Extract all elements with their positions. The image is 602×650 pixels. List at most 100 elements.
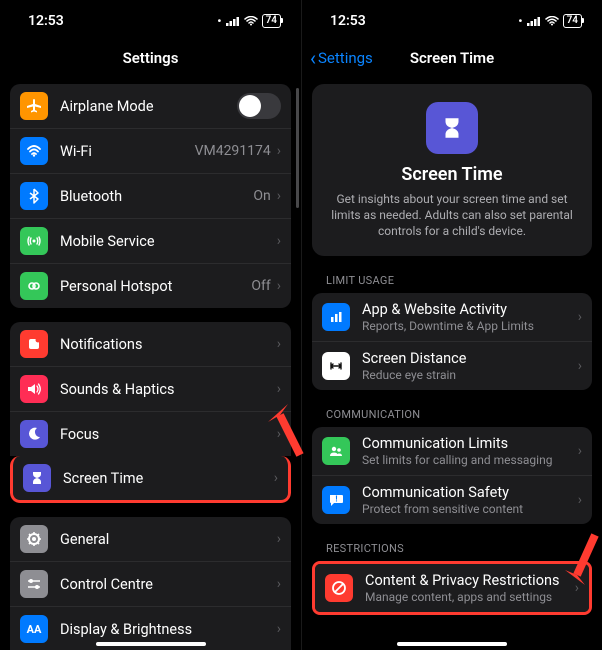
contacts-icon [322,437,350,465]
row-label: Sounds & Haptics [60,381,265,398]
bluetooth-icon [20,182,48,210]
screen-time-hero: Screen Time Get insights about your scre… [312,84,592,256]
section-communication: COMMUNICATION [326,408,588,421]
chevron-right-icon: › [575,580,579,596]
row-communication-limits[interactable]: Communication LimitsSet limits for calli… [312,427,592,475]
settings-pane: 12:53 • 74 Settings Airplane Mode [0,0,301,650]
row-wifi[interactable]: Wi-Fi VM4291174 › [10,128,291,173]
row-communication-safety[interactable]: ! Communication SafetyProtect from sensi… [312,475,592,524]
battery-level: 74 [262,14,281,28]
row-bluetooth[interactable]: Bluetooth On › [10,173,291,218]
home-indicator[interactable] [397,642,507,646]
airplane-icon [20,92,48,120]
row-personal-hotspot[interactable]: Personal Hotspot Off › [10,263,291,308]
chevron-right-icon: › [277,381,281,397]
sliders-icon [20,570,48,598]
chevron-right-icon: › [578,309,582,325]
page-title: Settings [123,49,179,67]
row-label: Bluetooth [60,188,241,205]
home-indicator[interactable] [96,642,206,646]
row-control-centre[interactable]: Control Centre › [10,561,291,606]
row-content-privacy-restrictions[interactable]: Content & Privacy RestrictionsManage con… [315,564,589,612]
chevron-right-icon: › [277,531,281,547]
nav-bar: Settings [0,38,301,78]
row-mobile-service[interactable]: Mobile Service › [10,218,291,263]
hero-desc: Get insights about your screen time and … [326,191,578,240]
screen-time-pane: 12:53 • 74 ‹Settings Screen Time Screen … [301,0,602,650]
row-label: Screen Distance [362,350,566,367]
wifi-icon [20,137,48,165]
section-limit-usage: LIMIT USAGE [326,274,588,287]
chevron-right-icon: › [277,188,281,204]
display-icon: AA [20,615,48,643]
row-general[interactable]: General › [10,517,291,561]
status-time: 12:53 [330,13,366,29]
back-button[interactable]: ‹Settings [310,48,373,68]
row-label: Screen Time [63,470,262,487]
section-restrictions: RESTRICTIONS [326,542,588,555]
status-time: 12:53 [28,13,64,29]
row-sublabel: Reports, Downtime & App Limits [362,319,566,333]
moon-icon [20,420,48,448]
speaker-icon [20,375,48,403]
row-label: Wi-Fi [60,143,183,160]
row-label: Notifications [60,336,265,353]
back-label: Settings [318,49,373,67]
hourglass-icon [426,102,478,154]
chevron-right-icon: › [277,143,281,159]
row-sublabel: Manage content, apps and settings [365,590,563,604]
row-label: Display & Brightness [60,621,265,638]
chevron-left-icon: ‹ [310,48,316,68]
chevron-right-icon: › [578,492,582,508]
row-sounds-haptics[interactable]: Sounds & Haptics › [10,366,291,411]
row-notifications[interactable]: Notifications › [10,322,291,366]
chevron-right-icon: › [277,233,281,249]
message-alert-icon: ! [322,486,350,514]
chevron-right-icon: › [274,470,278,486]
chevron-right-icon: › [277,576,281,592]
svg-text:!: ! [335,494,337,503]
no-entry-icon [325,574,353,602]
row-focus[interactable]: Focus › [10,411,291,456]
chart-icon [322,303,350,331]
row-label: General [60,531,265,548]
antenna-icon [20,227,48,255]
airplane-toggle[interactable] [237,93,281,119]
row-sublabel: Reduce eye strain [362,368,566,382]
chevron-right-icon: › [578,358,582,374]
svg-text:AA: AA [27,623,42,636]
hotspot-value: Off [251,278,270,294]
status-bar: 12:53 • 74 [302,0,602,38]
row-sublabel: Set limits for calling and messaging [362,453,566,467]
nav-bar: ‹Settings Screen Time [302,38,602,78]
notifications-icon [20,330,48,358]
chevron-right-icon: › [277,278,281,294]
chevron-right-icon: › [277,621,281,637]
battery-level: 74 [563,14,582,28]
scrollbar[interactable] [296,88,299,208]
row-label: Airplane Mode [60,98,225,115]
wifi-value: VM4291174 [195,143,271,159]
row-label: Mobile Service [60,233,265,250]
row-label: Content & Privacy Restrictions [365,572,563,589]
row-app-website-activity[interactable]: App & Website ActivityReports, Downtime … [312,293,592,341]
row-sublabel: Protect from sensitive content [362,502,566,516]
row-label: Focus [60,426,265,443]
status-icons: • 74 [518,14,582,28]
chevron-right-icon: › [277,336,281,352]
row-label: App & Website Activity [362,301,566,318]
row-screen-time[interactable]: Screen Time › [10,456,291,503]
row-label: Control Centre [60,576,265,593]
row-label: Communication Limits [362,435,566,452]
row-screen-distance[interactable]: Screen DistanceReduce eye strain › [312,341,592,390]
bluetooth-value: On [253,188,270,204]
chevron-right-icon: › [578,443,582,459]
distance-icon [322,352,350,380]
hotspot-icon [20,272,48,300]
row-airplane-mode[interactable]: Airplane Mode [10,84,291,128]
chevron-right-icon: › [277,426,281,442]
hourglass-icon [23,464,51,492]
gear-icon [20,525,48,553]
hero-title: Screen Time [326,164,578,185]
row-label: Personal Hotspot [60,278,239,295]
